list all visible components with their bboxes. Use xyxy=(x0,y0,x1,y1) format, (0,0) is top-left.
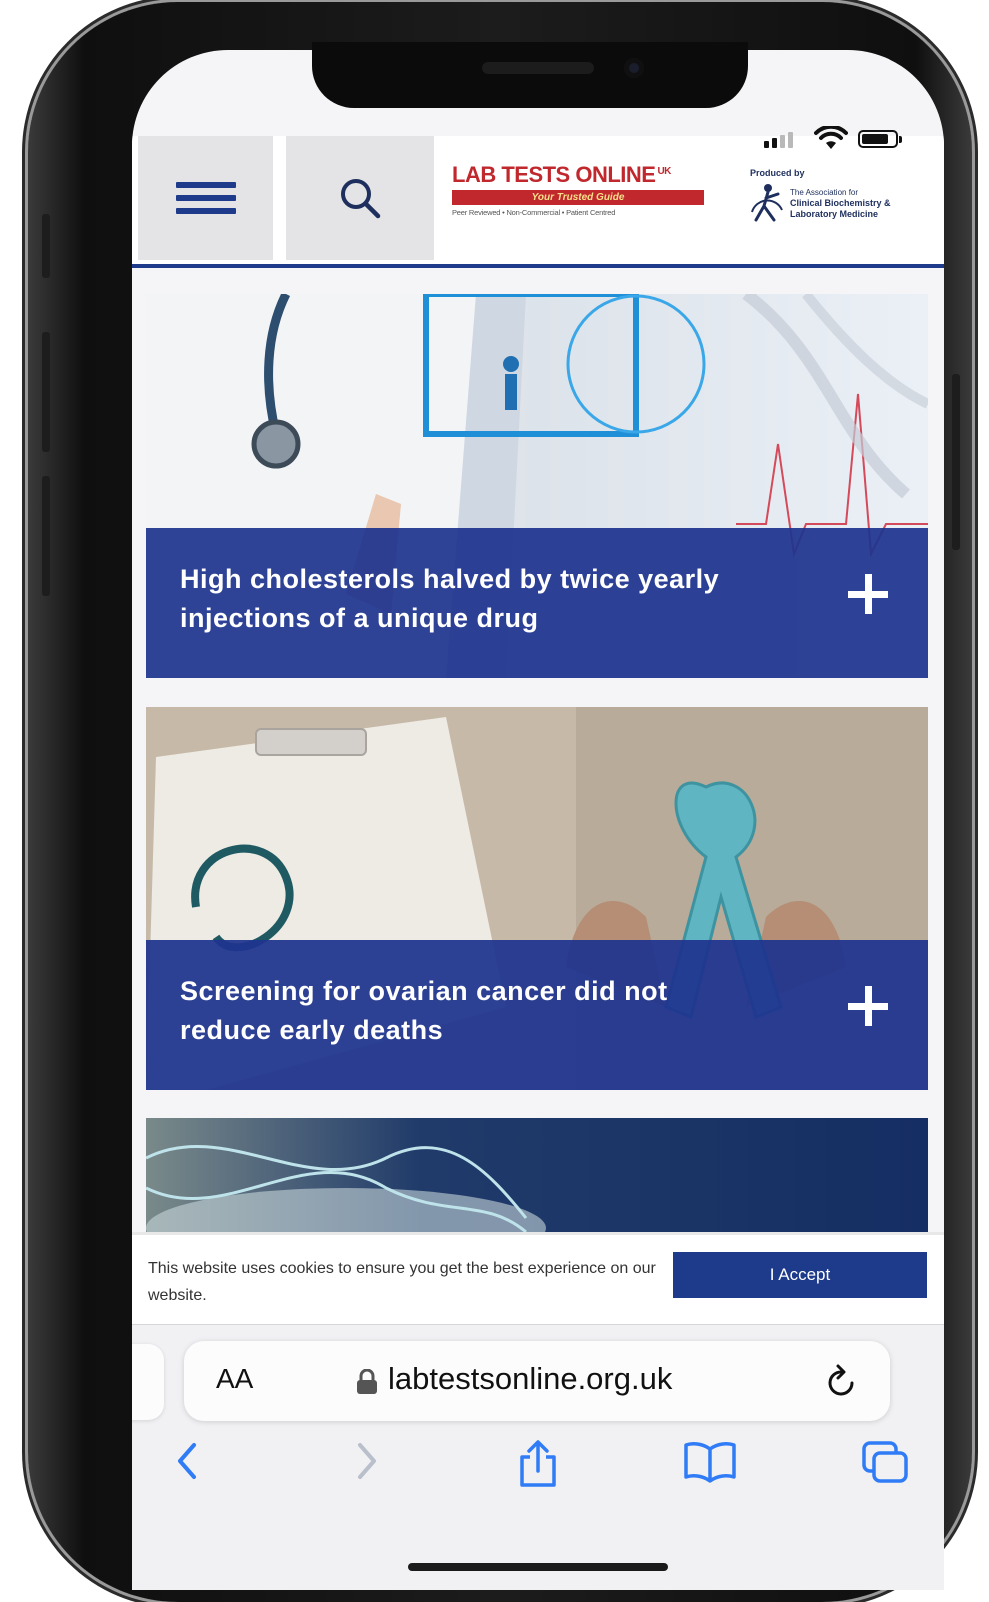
search-button[interactable] xyxy=(286,136,434,260)
screen: LAB TESTS ONLINE UK Your Trusted Guide Pe… xyxy=(132,50,944,1590)
site-logo[interactable]: LAB TESTS ONLINE UK Your Trusted Guide Pe… xyxy=(452,162,712,217)
share-icon[interactable] xyxy=(516,1439,560,1489)
plus-icon[interactable] xyxy=(848,986,888,1026)
hamburger-menu-icon xyxy=(175,175,236,221)
text-size-button[interactable]: AA xyxy=(216,1363,253,1395)
logo-subline: Peer Reviewed • Non-Commercial • Patient… xyxy=(452,208,616,217)
producer-credit[interactable]: Produced by The Association for Clinical… xyxy=(746,168,944,224)
volume-up-button xyxy=(42,332,50,452)
notch xyxy=(312,42,748,108)
logo-name: LAB TESTS ONLINE UK xyxy=(452,162,671,187)
plus-icon[interactable] xyxy=(848,574,888,614)
accept-cookies-button[interactable]: I Accept xyxy=(673,1252,927,1298)
front-camera xyxy=(624,58,644,78)
producer-org-name: The Association for Clinical Biochemistr… xyxy=(790,187,891,220)
site-header: LAB TESTS ONLINE UK Your Trusted Guide Pe… xyxy=(132,136,944,268)
cellular-signal-icon xyxy=(764,132,793,148)
article-card-ovarian-cancer[interactable]: Screening for ovarian cancer did not red… xyxy=(146,707,928,1090)
browser-chrome: AA labtestsonline.org.uk xyxy=(132,1324,944,1590)
back-icon[interactable] xyxy=(172,1439,202,1483)
volume-down-button xyxy=(42,476,50,596)
reload-icon[interactable] xyxy=(824,1363,860,1401)
browser-toolbar xyxy=(132,1439,944,1499)
power-button xyxy=(952,374,960,550)
wifi-icon xyxy=(814,126,848,149)
lock-icon xyxy=(357,1369,377,1394)
phone-frame: LAB TESTS ONLINE UK Your Trusted Guide Pe… xyxy=(28,2,972,1602)
article-card-cholesterol[interactable]: High cholesterols halved by twice yearly… xyxy=(146,294,928,678)
article-title: High cholesterols halved by twice yearly… xyxy=(180,564,720,633)
cookie-banner: This website uses cookies to ensure you … xyxy=(132,1232,944,1327)
silent-switch xyxy=(42,214,50,278)
logo-tagline: Your Trusted Guide xyxy=(452,190,704,205)
search-icon xyxy=(341,179,381,219)
speaker-grille xyxy=(482,62,594,74)
article-caption: Screening for ovarian cancer did not red… xyxy=(146,940,928,1090)
org-line-1: The Association for xyxy=(790,187,859,197)
text-size-label: AA xyxy=(216,1363,254,1394)
cookie-text: This website uses cookies to ensure you … xyxy=(148,1260,656,1304)
dna-illustration xyxy=(146,1118,928,1232)
battery-icon xyxy=(858,130,902,148)
previous-tab-peek[interactable] xyxy=(132,1344,164,1420)
article-card-third[interactable] xyxy=(146,1118,928,1232)
tabs-icon[interactable] xyxy=(860,1439,912,1485)
logo-superscript: UK xyxy=(657,165,671,177)
article-title: Screening for ovarian cancer did not red… xyxy=(180,976,668,1045)
article-caption: High cholesterols halved by twice yearly… xyxy=(146,528,928,678)
produced-by-label: Produced by xyxy=(750,168,805,178)
url-text[interactable]: labtestsonline.org.uk xyxy=(388,1361,672,1397)
acb-logo-icon xyxy=(751,184,783,222)
menu-button[interactable] xyxy=(138,136,273,260)
home-indicator xyxy=(408,1563,668,1571)
address-bar[interactable]: AA labtestsonline.org.uk xyxy=(184,1341,890,1421)
forward-icon[interactable] xyxy=(352,1439,382,1483)
bookmarks-icon[interactable] xyxy=(682,1439,738,1483)
org-line-2: Clinical Biochemistry & xyxy=(790,197,891,208)
org-line-3: Laboratory Medicine xyxy=(790,208,879,219)
